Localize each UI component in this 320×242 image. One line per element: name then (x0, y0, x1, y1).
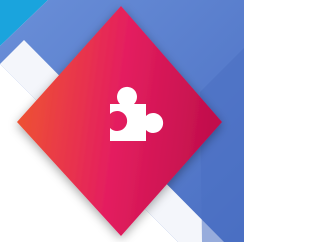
app-tile-artwork (0, 0, 244, 242)
app-tile[interactable] (0, 0, 244, 242)
